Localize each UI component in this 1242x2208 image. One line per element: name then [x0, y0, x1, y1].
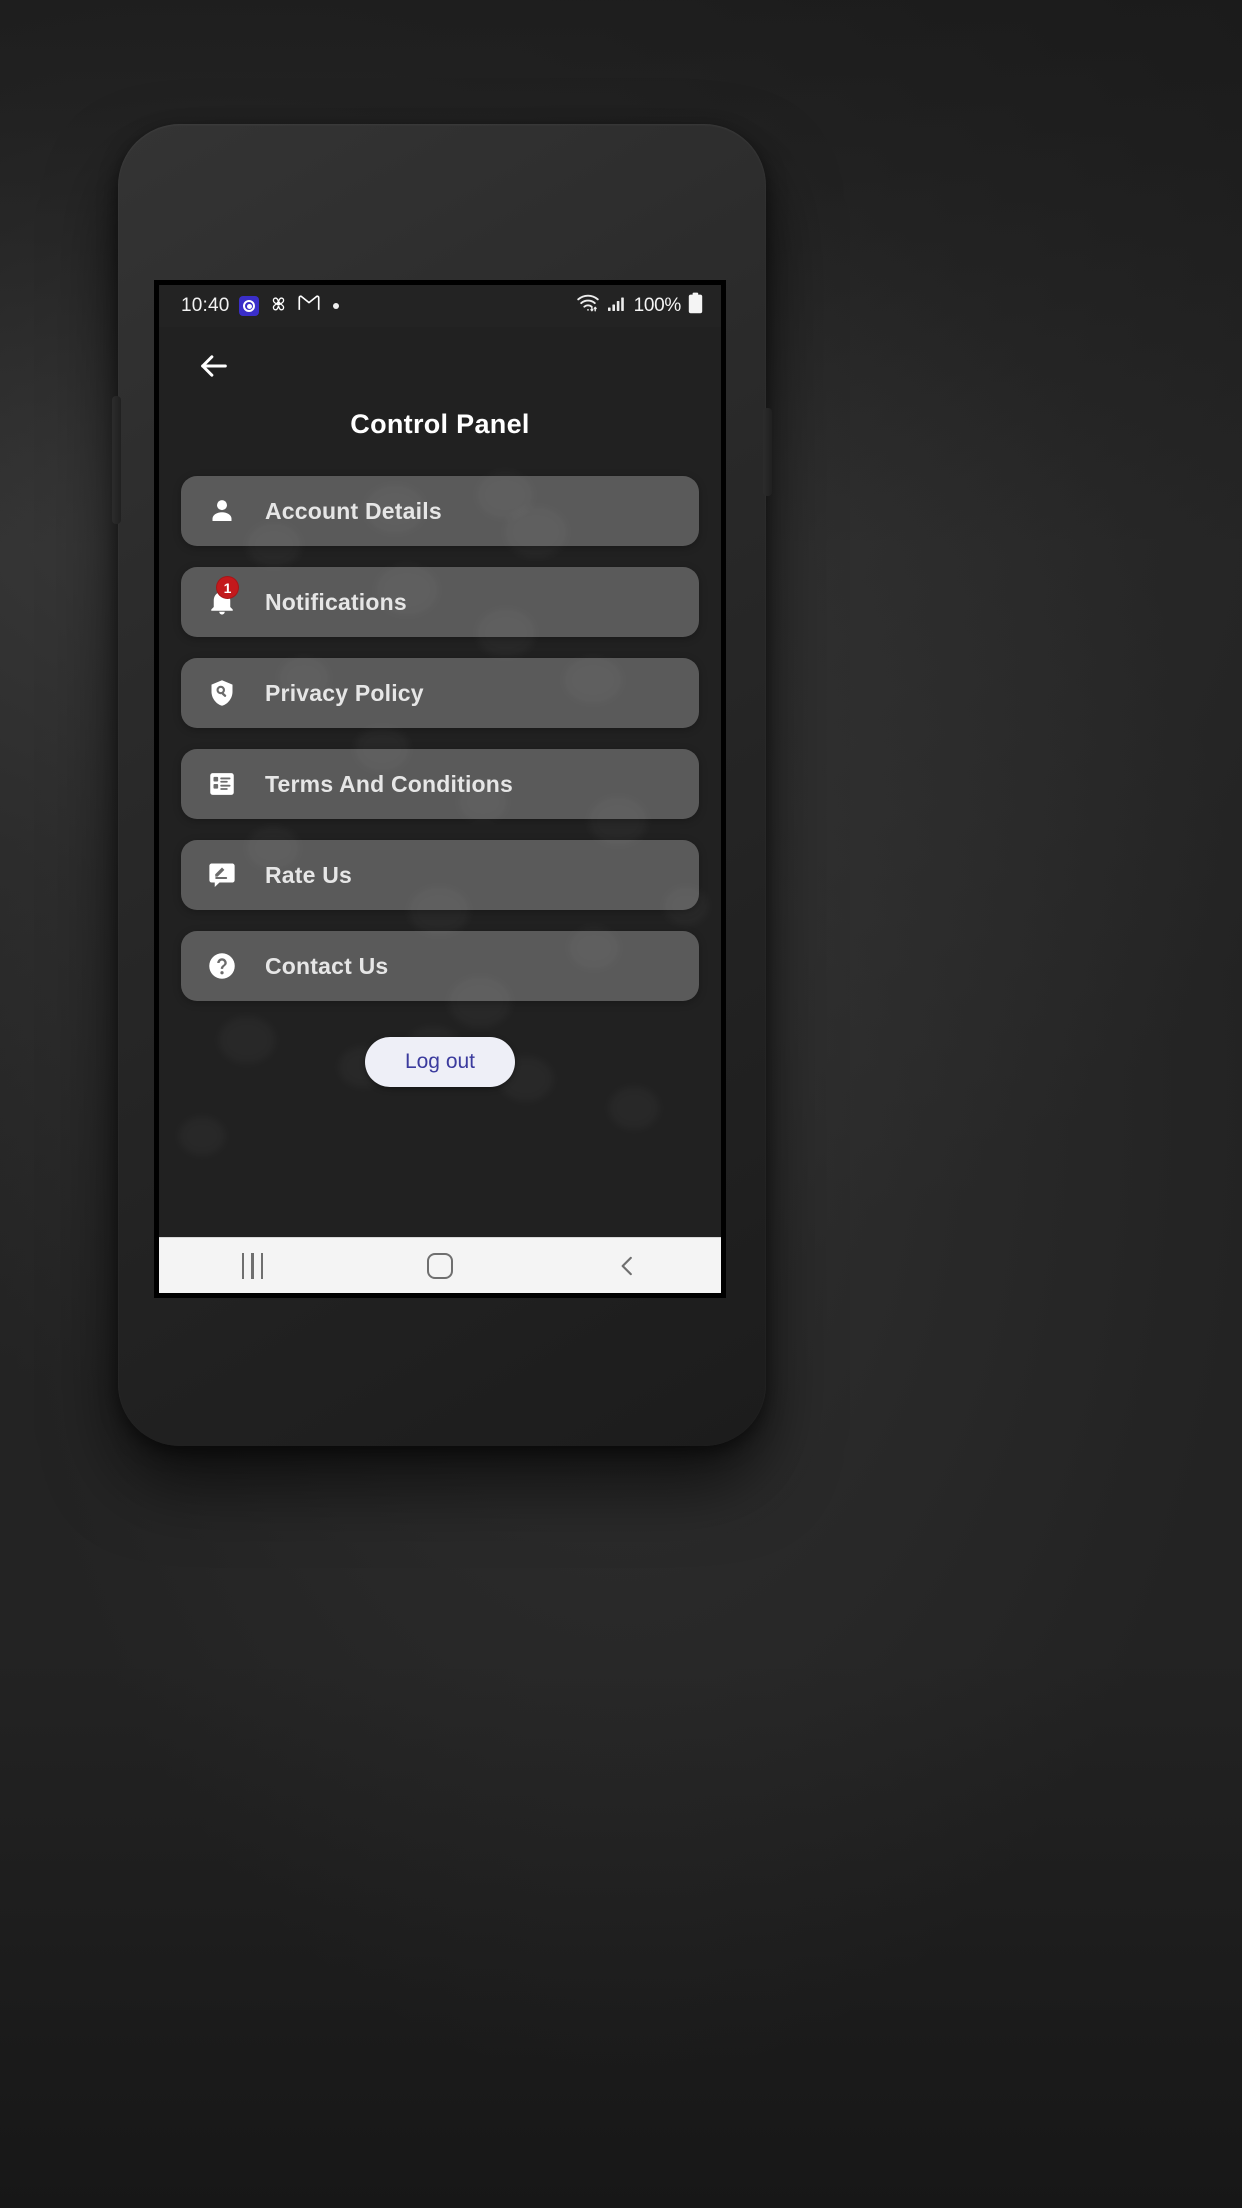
gmail-app-icon [298, 294, 320, 318]
volume-button[interactable] [112, 396, 121, 524]
back-button[interactable] [159, 327, 721, 383]
page-title: Control Panel [350, 409, 530, 439]
bell-icon: 1 [205, 576, 239, 619]
status-bar-right: 100% [576, 292, 703, 320]
menu-item-privacy-policy[interactable]: Privacy Policy [181, 658, 699, 728]
notification-badge: 1 [216, 576, 239, 599]
pinwheel-app-icon [268, 293, 289, 320]
battery-percent-label: 100% [633, 295, 682, 316]
status-bar-clock: 10:40 [181, 295, 230, 316]
battery-full-icon [688, 292, 703, 320]
phone-device: 10:40 100% Control Panel Account Details… [112, 124, 772, 1446]
menu-item-label: Terms And Conditions [265, 770, 514, 797]
list-document-icon [205, 767, 239, 801]
logout-button[interactable]: Log out [364, 1037, 516, 1087]
menu-item-label: Rate Us [265, 861, 353, 888]
home-button[interactable] [380, 1238, 500, 1294]
person-icon [205, 494, 239, 528]
bokeh-circle [609, 1087, 659, 1129]
menu-item-label: Privacy Policy [265, 679, 424, 706]
menu-item-rate-us[interactable]: Rate Us [181, 840, 699, 910]
menu-item-label: Account Details [265, 497, 442, 524]
rate-review-icon [205, 858, 239, 892]
back-arrow-icon [201, 355, 227, 377]
recents-button[interactable] [193, 1238, 313, 1294]
bokeh-circle [179, 1117, 225, 1155]
menu-item-contact-us[interactable]: Contact Us [181, 931, 699, 1001]
shield-search-icon [205, 676, 239, 710]
nav-back-button[interactable] [567, 1238, 687, 1294]
wifi-icon [576, 293, 600, 319]
status-bar-left: 10:40 [181, 293, 339, 320]
nav-back-chevron-icon [621, 1256, 633, 1275]
more-dot-icon [332, 303, 339, 309]
help-question-icon [205, 949, 239, 983]
settings-menu-list: Account Details 1 Notifications Privacy … [159, 476, 721, 1001]
menu-item-label: Contact Us [265, 952, 389, 979]
menu-item-account-details[interactable]: Account Details [181, 476, 699, 546]
alarm-app-icon [238, 296, 259, 316]
recents-icon [241, 1252, 264, 1279]
power-button[interactable] [763, 408, 772, 496]
menu-item-notifications[interactable]: 1 Notifications [181, 567, 699, 637]
android-nav-bar [159, 1237, 721, 1293]
menu-item-label: Notifications [265, 588, 407, 615]
status-bar: 10:40 100% [159, 285, 721, 327]
menu-item-terms-and-conditions[interactable]: Terms And Conditions [181, 749, 699, 819]
app-content-area: Control Panel Account Details 1 Notifica… [159, 327, 721, 1237]
home-icon [426, 1252, 453, 1279]
cellular-signal-icon [607, 294, 627, 318]
phone-screen: 10:40 100% Control Panel Account Details… [154, 280, 726, 1298]
